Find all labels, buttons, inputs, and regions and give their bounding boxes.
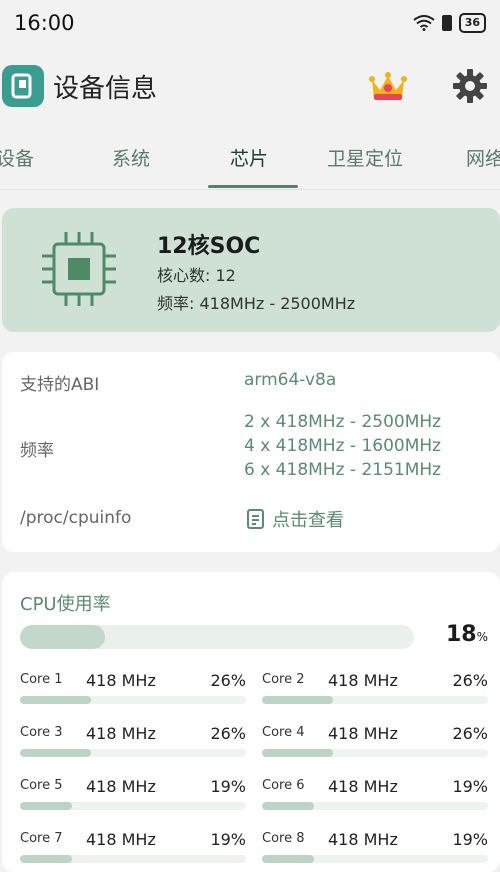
core-frequency: 418 MHz — [86, 777, 156, 796]
core-percent: 19% — [210, 777, 246, 796]
app-header: 设备信息 — [0, 58, 500, 120]
tab-device[interactable]: 设备 — [0, 144, 34, 171]
soc-core-count: 核心数: 12 — [157, 266, 236, 285]
core-percent: 19% — [210, 830, 246, 849]
crown-icon[interactable] — [368, 68, 408, 104]
core-name: Core 3 — [20, 725, 63, 740]
frequency-value-2: 4 x 418MHz - 1600MHz — [244, 436, 442, 456]
cpuinfo-link-label: 点击查看 — [272, 510, 344, 531]
core-percent: 26% — [210, 671, 246, 690]
core-usage-bar — [262, 802, 488, 810]
total-usage-fill — [20, 625, 106, 649]
status-icons: 36 — [413, 13, 486, 33]
core-usage-bar — [20, 696, 246, 704]
core-frequency: 418 MHz — [328, 671, 398, 690]
core-item: Core 4 418 MHz 26% — [262, 724, 488, 765]
core-usage-fill — [262, 749, 333, 757]
core-usage-bar — [262, 855, 488, 863]
total-usage-bar — [20, 625, 414, 649]
core-usage-fill — [262, 855, 314, 863]
abi-label: 支持的ABI — [20, 375, 100, 395]
status-bar: 16:00 36 — [0, 0, 500, 46]
core-item: Core 7 418 MHz 19% — [20, 830, 246, 871]
core-usage-fill — [20, 749, 91, 757]
core-usage-bar — [262, 696, 488, 704]
core-item: Core 3 418 MHz 26% — [20, 724, 246, 765]
cpu-usage-card: CPU使用率 18% Core 1 418 MHz 26% Core 2 418… — [2, 572, 500, 872]
tab-network[interactable]: 网络 — [466, 144, 500, 171]
core-percent: 19% — [452, 830, 488, 849]
core-usage-fill — [20, 802, 72, 810]
gear-icon[interactable] — [452, 68, 488, 104]
core-frequency: 418 MHz — [328, 830, 398, 849]
wifi-icon — [413, 15, 435, 31]
sim-icon — [441, 15, 452, 31]
core-name: Core 5 — [20, 778, 63, 793]
core-name: Core 6 — [262, 778, 305, 793]
core-usage-fill — [262, 696, 333, 704]
core-percent: 26% — [452, 671, 488, 690]
core-item: Core 2 418 MHz 26% — [262, 671, 488, 712]
frequency-label: 频率 — [20, 441, 54, 461]
core-percent: 26% — [210, 724, 246, 743]
core-percent: 26% — [452, 724, 488, 743]
page-title: 设备信息 — [53, 74, 158, 104]
active-tab-indicator — [208, 185, 298, 188]
app-logo-icon — [11, 73, 32, 99]
total-usage-unit: % — [476, 630, 489, 644]
cpuinfo-label: /proc/cpuinfo — [20, 508, 132, 528]
core-usage-bar — [20, 855, 246, 863]
core-usage-fill — [20, 855, 72, 863]
core-name: Core 4 — [262, 725, 305, 740]
frequency-value-3: 6 x 418MHz - 2151MHz — [244, 460, 442, 480]
status-time: 16:00 — [14, 11, 75, 35]
core-item: Core 8 418 MHz 19% — [262, 830, 488, 871]
tab-system[interactable]: 系统 — [112, 144, 150, 171]
tab-bar: 设备 系统 芯片 卫星定位 网络 — [0, 130, 500, 190]
total-usage-number: 18 — [446, 622, 477, 647]
core-name: Core 2 — [262, 672, 305, 687]
core-usage-fill — [20, 696, 91, 704]
core-frequency: 418 MHz — [328, 777, 398, 796]
chip-icon — [42, 232, 116, 306]
core-usage-bar — [262, 749, 488, 757]
core-usage-bar — [20, 802, 246, 810]
soc-card: 12核SOC 核心数: 12 频率: 418MHz - 2500MHz — [2, 208, 500, 332]
core-usage-bar — [20, 749, 246, 757]
core-item: Core 1 418 MHz 26% — [20, 671, 246, 712]
frequency-value-1: 2 x 418MHz - 2500MHz — [244, 412, 442, 432]
core-frequency: 418 MHz — [86, 724, 156, 743]
cpuinfo-view-link[interactable]: 点击查看 — [246, 506, 344, 532]
soc-title: 12核SOC — [157, 234, 261, 259]
core-frequency: 418 MHz — [328, 724, 398, 743]
total-usage-value: 18% — [446, 622, 488, 647]
core-usage-fill — [262, 802, 314, 810]
app-logo — [2, 65, 44, 107]
cpu-usage-title: CPU使用率 — [20, 594, 111, 615]
cpu-info-card: 支持的ABI arm64-v8a 频率 2 x 418MHz - 2500MHz… — [2, 352, 500, 552]
core-frequency: 418 MHz — [86, 830, 156, 849]
core-name: Core 1 — [20, 672, 63, 687]
abi-value: arm64-v8a — [244, 370, 337, 390]
core-percent: 19% — [452, 777, 488, 796]
tab-chip[interactable]: 芯片 — [230, 144, 268, 171]
tab-divider — [0, 189, 500, 190]
soc-frequency: 频率: 418MHz - 2500MHz — [157, 294, 356, 313]
core-item: Core 5 418 MHz 19% — [20, 777, 246, 818]
core-frequency: 418 MHz — [86, 671, 156, 690]
document-icon — [247, 509, 264, 529]
core-name: Core 7 — [20, 831, 63, 846]
core-item: Core 6 418 MHz 19% — [262, 777, 488, 818]
core-name: Core 8 — [262, 831, 305, 846]
battery-icon: 36 — [458, 13, 486, 33]
tab-gnss[interactable]: 卫星定位 — [327, 144, 403, 171]
